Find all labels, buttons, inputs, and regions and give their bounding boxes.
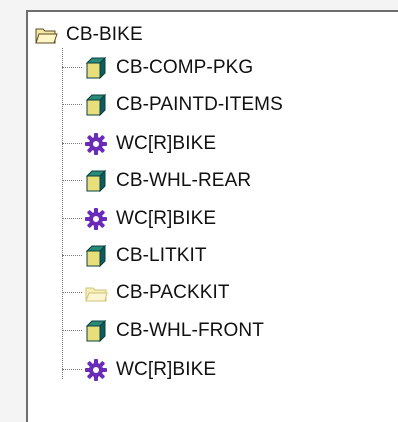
- component-cube-icon: [84, 244, 108, 268]
- tree-connector-horizontal: [62, 369, 82, 370]
- tree-item-label: CB-PAINTD-ITEMS: [116, 94, 283, 115]
- tree-connector-horizontal: [62, 292, 82, 293]
- tree-connector-horizontal: [62, 330, 82, 331]
- tree-item-label: CB-COMP-PKG: [116, 57, 254, 78]
- tree-item-label: WC[R]BIKE: [116, 359, 217, 380]
- work-center-gear-icon: [84, 132, 108, 156]
- tree-item-label: CB-WHL-FRONT: [116, 320, 264, 341]
- tree-item-wc-r-bike[interactable]: WC[R]BIKE: [84, 129, 216, 159]
- folder-icon: [84, 281, 108, 305]
- bom-tree: CB-BIKE CB-COMP-PKG CB-PAINTD-ITEMS WC[R…: [28, 12, 398, 422]
- tree-connector-horizontal: [62, 180, 82, 181]
- tree-connector-horizontal: [62, 104, 82, 105]
- tree-root-label: CB-BIKE: [66, 24, 143, 45]
- tree-connector-horizontal: [62, 255, 82, 256]
- tree-item-cb-whl-rear[interactable]: CB-WHL-REAR: [84, 166, 251, 196]
- application-frame: CB-BIKE CB-COMP-PKG CB-PAINTD-ITEMS WC[R…: [0, 0, 398, 422]
- component-cube-icon: [84, 169, 108, 193]
- tree-item-cb-whl-front[interactable]: CB-WHL-FRONT: [84, 316, 264, 346]
- tree-item-cb-litkit[interactable]: CB-LITKIT: [84, 241, 207, 271]
- tree-item-wc-r-bike[interactable]: WC[R]BIKE: [84, 204, 216, 234]
- tree-connector-horizontal: [62, 67, 82, 68]
- component-cube-icon: [84, 319, 108, 343]
- component-cube-icon: [84, 56, 108, 80]
- work-center-gear-icon: [84, 207, 108, 231]
- work-center-gear-icon: [84, 358, 108, 382]
- tree-panel: CB-BIKE CB-COMP-PKG CB-PAINTD-ITEMS WC[R…: [26, 10, 398, 422]
- tree-item-label: WC[R]BIKE: [116, 133, 217, 154]
- tree-item-label: CB-LITKIT: [116, 245, 207, 266]
- tree-connector-horizontal: [62, 218, 82, 219]
- tree-item-cb-packkit[interactable]: CB-PACKKIT: [84, 278, 230, 308]
- tree-item-wc-r-bike[interactable]: WC[R]BIKE: [84, 355, 216, 385]
- tree-item-cb-paintd-items[interactable]: CB-PAINTD-ITEMS: [84, 90, 283, 120]
- tree-root-item[interactable]: CB-BIKE: [34, 20, 143, 50]
- open-folder-icon: [34, 23, 58, 47]
- component-cube-icon: [84, 93, 108, 117]
- tree-item-cb-comp-pkg[interactable]: CB-COMP-PKG: [84, 53, 253, 83]
- tree-connector-horizontal: [62, 143, 82, 144]
- tree-item-label: WC[R]BIKE: [116, 208, 217, 229]
- tree-item-label: CB-WHL-REAR: [116, 170, 252, 191]
- tree-item-label: CB-PACKKIT: [116, 282, 230, 303]
